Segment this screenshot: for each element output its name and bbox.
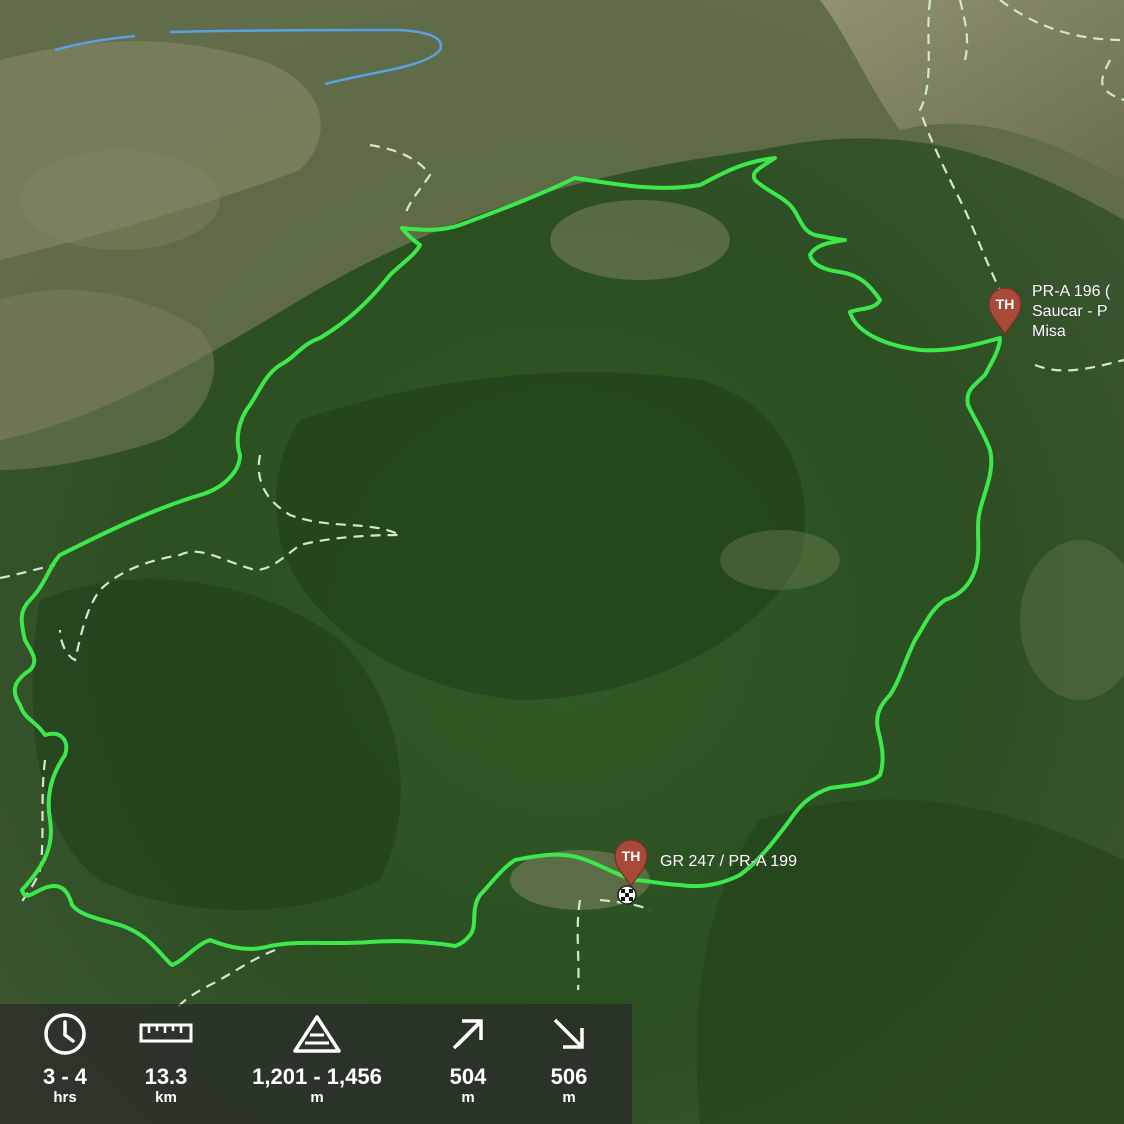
terrain-map[interactable]: TH PR-A 196 ( Saucar - P Misa TH GR 247 … <box>0 0 1124 1124</box>
route-stats-panel: 3 - 4 hrs 13.3 km 1,201 - 1,456 m 504 m … <box>0 1004 632 1124</box>
stat-duration: 3 - 4 hrs <box>25 1004 105 1106</box>
ascent-value: 504 <box>449 1064 487 1089</box>
elevation-unit: m <box>310 1089 324 1106</box>
trailhead-label-line: GR 247 / PR-A 199 <box>660 853 797 870</box>
clock-icon <box>25 1004 105 1064</box>
stat-elevation: 1,201 - 1,456 m <box>232 1004 402 1106</box>
ruler-icon <box>126 1004 206 1064</box>
trailhead-marker-text: TH <box>996 296 1015 312</box>
distance-unit: km <box>155 1089 177 1106</box>
terrain-clearing <box>720 530 840 590</box>
trailhead-label-line: Misa <box>1032 323 1066 340</box>
distance-value: 13.3 <box>144 1064 188 1089</box>
checker-square <box>621 897 625 901</box>
descent-unit: m <box>562 1089 576 1106</box>
stat-distance: 13.3 km <box>126 1004 206 1106</box>
trailhead-marker-text: TH <box>622 848 641 864</box>
checker-square <box>629 897 633 901</box>
checker-square <box>625 893 629 897</box>
elevation-value: 1,201 - 1,456 <box>252 1064 382 1089</box>
terrain-valley-se <box>696 799 1124 1124</box>
arrow-up-right-icon <box>428 1004 508 1064</box>
duration-unit: hrs <box>53 1089 77 1106</box>
trailhead-label-line: Saucar - P <box>1032 303 1107 320</box>
trailhead-label-south: GR 247 / PR-A 199 <box>660 853 797 870</box>
arrow-down-right-icon <box>529 1004 609 1064</box>
terrain-clearing <box>550 200 730 280</box>
stat-ascent: 504 m <box>428 1004 508 1106</box>
start-finish-flag[interactable] <box>617 885 637 905</box>
elevation-icon <box>232 1004 402 1064</box>
terrain-clearing <box>20 150 220 250</box>
checker-square <box>621 889 625 893</box>
stat-descent: 506 m <box>529 1004 609 1106</box>
checker-square <box>629 889 633 893</box>
duration-value: 3 - 4 <box>42 1064 88 1089</box>
descent-value: 506 <box>550 1064 588 1089</box>
ascent-unit: m <box>461 1089 475 1106</box>
trailhead-label-line: PR-A 196 ( <box>1032 283 1111 300</box>
